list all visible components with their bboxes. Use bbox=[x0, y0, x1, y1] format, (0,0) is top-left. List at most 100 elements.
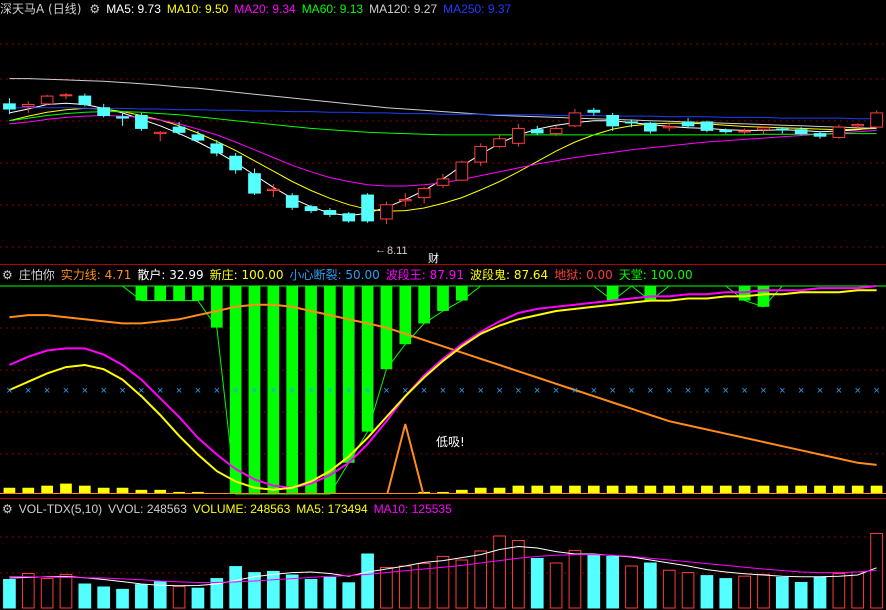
caution-marker: × bbox=[723, 385, 729, 397]
caution-marker: × bbox=[251, 385, 257, 397]
caution-marker: × bbox=[82, 385, 88, 397]
candle-down bbox=[323, 210, 337, 215]
caution-marker: × bbox=[25, 385, 31, 397]
candle-up bbox=[436, 178, 450, 186]
caution-marker: × bbox=[647, 385, 653, 397]
bottom-bar bbox=[531, 485, 544, 494]
vol-ma5-legend: MA5: 173494 bbox=[296, 502, 368, 516]
ma20-legend: MA20: 9.34 bbox=[234, 2, 296, 16]
caution-legend: 小心断裂: 50.00 bbox=[289, 268, 380, 282]
caution-marker: × bbox=[704, 385, 710, 397]
indicator-panel: × × × × × × × × × × × × × × × × × × × × × × × × × × × × × × × × × × × × × × × ×… bbox=[0, 285, 886, 495]
caution-marker: × bbox=[666, 385, 672, 397]
bottom-bar bbox=[833, 485, 845, 494]
bottom-bar bbox=[738, 485, 751, 494]
stock-name[interactable]: 深天马A (日线) bbox=[0, 0, 81, 18]
candle-down bbox=[97, 107, 111, 116]
green-bar bbox=[342, 286, 355, 463]
caution-marker: × bbox=[496, 385, 502, 397]
candle-down bbox=[813, 133, 827, 137]
caution-marker: × bbox=[609, 385, 615, 397]
caution-marker: × bbox=[628, 385, 634, 397]
caution-marker: × bbox=[534, 385, 540, 397]
signal-peak bbox=[386, 423, 425, 495]
bottom-bar bbox=[719, 485, 732, 494]
volume-bar-up bbox=[832, 573, 846, 609]
volume-bar-down bbox=[191, 587, 205, 609]
caution-marker: × bbox=[817, 385, 823, 397]
candle-up bbox=[266, 188, 280, 192]
green-bar bbox=[173, 286, 185, 301]
bottom-bar bbox=[41, 485, 53, 494]
caution-marker: × bbox=[308, 385, 314, 397]
candle-down bbox=[191, 134, 205, 141]
caution-marker: × bbox=[270, 385, 276, 397]
gear-icon[interactable]: ⚙ bbox=[89, 0, 100, 18]
volume-bar-up bbox=[681, 572, 695, 609]
caution-marker: × bbox=[383, 385, 389, 397]
caution-marker: × bbox=[138, 385, 144, 397]
volume-bar-down bbox=[285, 574, 299, 609]
candle-up bbox=[380, 204, 393, 220]
caution-marker: × bbox=[119, 385, 125, 397]
candle-down bbox=[644, 122, 657, 132]
candle-up bbox=[757, 127, 770, 131]
caution-marker: × bbox=[157, 385, 163, 397]
bottom-bar bbox=[795, 485, 808, 494]
volume-bar-down bbox=[813, 576, 827, 609]
caution-marker: × bbox=[346, 385, 352, 397]
caution-marker: × bbox=[459, 385, 465, 397]
green-bar bbox=[154, 286, 167, 301]
caution-marker: × bbox=[232, 385, 238, 397]
volume-bar-down bbox=[135, 584, 148, 609]
volume-bar-up bbox=[172, 585, 186, 609]
hell-legend: 地狱: 0.00 bbox=[554, 268, 613, 282]
candle-down bbox=[172, 126, 186, 133]
caution-marker: × bbox=[63, 385, 69, 397]
volume-bar-up bbox=[757, 573, 770, 609]
candle-up bbox=[153, 131, 167, 135]
volume-bar-down bbox=[342, 582, 356, 609]
bottom-bar bbox=[606, 485, 619, 494]
caution-marker: × bbox=[214, 385, 220, 397]
green-bar bbox=[644, 286, 657, 301]
green-bar bbox=[361, 286, 374, 432]
caution-marker: × bbox=[873, 385, 879, 397]
signal-label: 低吸! bbox=[436, 435, 465, 449]
candle-up bbox=[40, 95, 54, 105]
gear-icon[interactable]: ⚙ bbox=[2, 266, 13, 284]
bottom-bar bbox=[851, 485, 864, 494]
candle-down bbox=[285, 195, 299, 208]
caution-marker: × bbox=[327, 385, 333, 397]
volume-bar-up bbox=[493, 535, 506, 609]
volume-bar-up bbox=[21, 573, 35, 609]
ma5-legend: MA5: 9.73 bbox=[106, 2, 161, 16]
bottom-bar bbox=[550, 485, 562, 494]
candle-up bbox=[549, 127, 563, 135]
indicator-title[interactable]: 庄怕你 bbox=[19, 266, 55, 284]
candle-down bbox=[361, 194, 374, 222]
candle-down bbox=[3, 103, 16, 110]
caution-marker: × bbox=[364, 385, 370, 397]
candle-down bbox=[606, 114, 620, 127]
volume-bar-up bbox=[436, 555, 450, 609]
volume-bar-up bbox=[474, 550, 488, 609]
gear-icon[interactable]: ⚙ bbox=[2, 500, 13, 518]
candle-down bbox=[625, 121, 638, 124]
bottom-bar bbox=[814, 485, 826, 494]
caution-marker: × bbox=[760, 385, 766, 397]
wave-king-legend: 波段王: 87.91 bbox=[385, 268, 464, 282]
candle-down bbox=[775, 128, 789, 131]
candle-up bbox=[870, 112, 883, 128]
volume-bar-down bbox=[775, 576, 789, 609]
bottom-bar bbox=[644, 485, 657, 494]
volume-bar-down bbox=[700, 575, 714, 609]
volume-bar-down bbox=[719, 578, 733, 609]
volume-value-legend: VOLUME: 248563 bbox=[192, 502, 291, 516]
candle-down bbox=[248, 173, 261, 194]
vvol-legend: VVOL: 248563 bbox=[108, 502, 187, 516]
volume-title[interactable]: VOL-TDX(5,10) bbox=[19, 500, 102, 518]
bottom-bar bbox=[682, 485, 694, 494]
bottom-bar bbox=[78, 485, 91, 494]
volume-bar-up bbox=[512, 540, 525, 609]
